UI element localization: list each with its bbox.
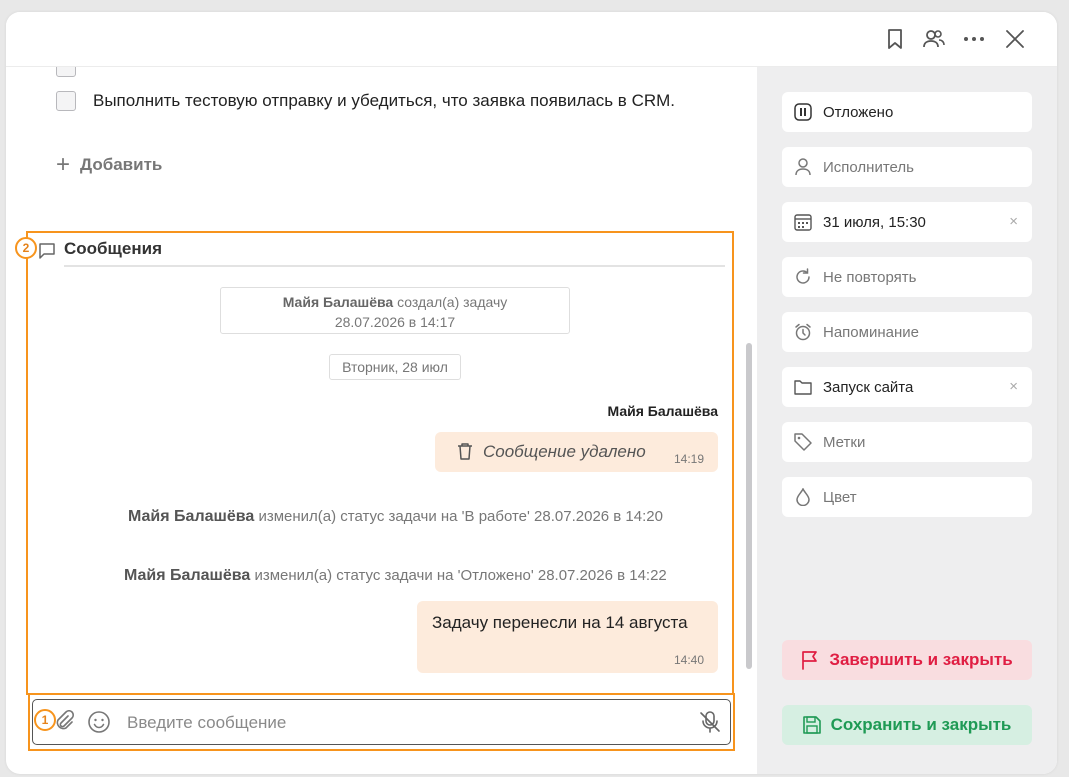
- folder-icon: [793, 377, 813, 397]
- project-value: Запуск сайта: [823, 378, 914, 396]
- status-change-author: Майя Балашёва: [124, 567, 251, 584]
- microphone-off-icon[interactable]: [698, 710, 722, 739]
- task-main-panel: Выполнить тестовую отправку и убедиться,…: [6, 67, 757, 774]
- finish-and-close-label: Завершить и закрыть: [829, 650, 1013, 669]
- checklist-item-text: Выполнить тестовую отправку и убедиться,…: [93, 91, 676, 110]
- chat-icon: [38, 242, 56, 265]
- alarm-clock-icon: [793, 322, 813, 342]
- checklist-item-clipped[interactable]: [56, 67, 76, 77]
- due-date-value: 31 июля, 15:30: [823, 213, 926, 231]
- message-time: 14:19: [673, 452, 704, 466]
- reminder-value: Напоминание: [823, 323, 919, 341]
- users-icon[interactable]: [921, 26, 947, 52]
- message-text: Задачу перенесли на 14 августа: [432, 613, 688, 632]
- created-action: создал(а) задачу: [397, 294, 508, 310]
- due-date-field[interactable]: 31 июля, 15:30 ×: [782, 202, 1032, 242]
- clear-due-date-icon[interactable]: ×: [1009, 213, 1018, 230]
- task-modal: Выполнить тестовую отправку и убедиться,…: [6, 12, 1057, 774]
- deleted-message-text: Сообщение удалено: [483, 442, 646, 461]
- status-change-line: Майя Балашёва изменил(а) статус задачи н…: [128, 508, 663, 526]
- trash-icon: [457, 442, 473, 466]
- emoji-icon[interactable]: [87, 710, 111, 739]
- deleted-message-bubble[interactable]: Сообщение удалено 14:19: [435, 432, 718, 472]
- attach-icon[interactable]: [53, 709, 75, 737]
- assignee-field[interactable]: Исполнитель: [782, 147, 1032, 187]
- tags-field[interactable]: Метки: [782, 422, 1032, 462]
- repeat-field[interactable]: Не повторять: [782, 257, 1032, 297]
- calendar-icon: [793, 212, 813, 232]
- message-bubble[interactable]: Задачу перенесли на 14 августа 14:40: [417, 601, 718, 673]
- checklist-checkbox[interactable]: [56, 91, 76, 111]
- status-change-text: изменил(а) статус задачи на 'В работе' 2…: [258, 508, 663, 525]
- pause-icon: [793, 102, 813, 122]
- finish-and-close-button[interactable]: Завершить и закрыть: [782, 640, 1032, 680]
- modal-header: [6, 12, 1057, 67]
- flag-icon: [802, 651, 818, 670]
- save-and-close-label: Сохранить и закрыть: [830, 715, 1012, 734]
- more-icon[interactable]: [961, 26, 987, 52]
- message-time: 14:40: [673, 653, 704, 667]
- message-composer: [32, 699, 731, 745]
- status-change-line: Майя Балашёва изменил(а) статус задачи н…: [124, 567, 667, 585]
- clear-project-icon[interactable]: ×: [1009, 378, 1018, 395]
- user-icon: [793, 157, 813, 177]
- plus-icon: +: [56, 151, 71, 178]
- task-sidebar: Отложено Исполнитель 31 июля, 15:30 × Не…: [757, 67, 1057, 774]
- save-and-close-button[interactable]: Сохранить и закрыть: [782, 705, 1032, 745]
- annotation-badge: 2: [15, 237, 37, 259]
- close-icon[interactable]: [1002, 26, 1028, 52]
- message-author: Майя Балашёва: [607, 403, 718, 419]
- assignee-placeholder: Исполнитель: [823, 158, 914, 176]
- messages-title: Сообщения: [64, 239, 162, 258]
- color-value: Цвет: [823, 488, 857, 506]
- created-author: Майя Балашёва: [282, 294, 394, 310]
- add-checklist-label: Добавить: [80, 155, 163, 174]
- checklist-checkbox[interactable]: [56, 67, 76, 77]
- task-created-note: Майя Балашёва создал(а) задачу 28.07.202…: [220, 287, 570, 334]
- created-datetime: 28.07.2026 в 14:17: [334, 314, 456, 330]
- messages-divider: [64, 265, 725, 267]
- date-separator: Вторник, 28 июл: [329, 354, 461, 380]
- checklist-item[interactable]: Выполнить тестовую отправку и убедиться,…: [56, 91, 683, 113]
- messages-scrollbar[interactable]: [746, 343, 752, 669]
- reminder-field[interactable]: Напоминание: [782, 312, 1032, 352]
- repeat-value: Не повторять: [823, 268, 917, 286]
- repeat-icon: [793, 267, 813, 287]
- save-icon: [802, 716, 821, 734]
- color-field[interactable]: Цвет: [782, 477, 1032, 517]
- project-field[interactable]: Запуск сайта ×: [782, 367, 1032, 407]
- status-field[interactable]: Отложено: [782, 92, 1032, 132]
- annotation-badge: 1: [34, 709, 56, 731]
- add-checklist-item-button[interactable]: + Добавить: [56, 151, 163, 178]
- status-change-author: Майя Балашёва: [128, 508, 255, 525]
- drop-icon: [793, 487, 813, 507]
- status-value: Отложено: [823, 103, 894, 121]
- bookmark-icon[interactable]: [882, 26, 908, 52]
- status-change-text: изменил(а) статус задачи на 'Отложено' 2…: [254, 567, 667, 584]
- tag-icon: [793, 432, 813, 452]
- tags-value: Метки: [823, 433, 866, 451]
- message-input[interactable]: [125, 708, 689, 738]
